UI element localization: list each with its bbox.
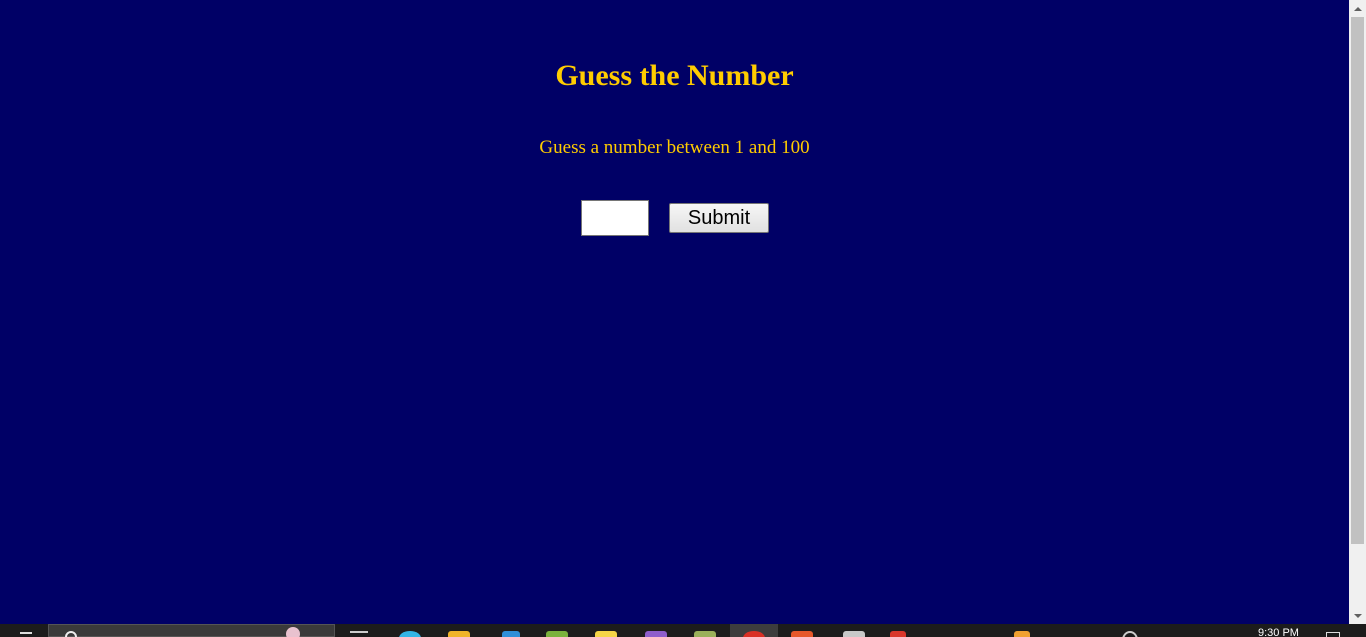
start-icon[interactable] [20,632,32,637]
guess-input[interactable] [581,200,649,236]
submit-button[interactable]: Submit [669,203,769,233]
vscode-icon[interactable] [502,631,520,637]
network-icon[interactable] [1122,631,1138,637]
scroll-up-icon[interactable] [1349,0,1366,17]
app-olive-icon[interactable] [694,631,716,637]
search-icon [65,631,77,637]
page-title: Guess the Number [555,59,794,92]
page-viewport: Guess the Number Guess a number between … [0,0,1349,624]
vertical-scrollbar[interactable] [1349,0,1366,624]
sticky-notes-icon[interactable] [595,631,617,637]
taskbar-clock[interactable]: 9:30 PM [1258,627,1299,637]
visual-studio-icon[interactable] [645,631,667,637]
scroll-thumb[interactable] [1351,17,1364,544]
office-icon[interactable] [791,631,813,637]
scroll-down-icon[interactable] [1349,607,1366,624]
task-view-icon[interactable] [350,631,368,637]
database-icon[interactable] [1014,631,1030,637]
file-explorer-icon[interactable] [448,631,470,637]
taskbar: 9:30 PM [0,624,1366,637]
acrobat-icon[interactable] [890,631,906,637]
instruction-text: Guess a number between 1 and 100 [539,137,810,158]
app-green-icon[interactable] [546,631,568,637]
flag-icon[interactable] [843,631,865,637]
edge-icon[interactable] [399,631,421,637]
notification-icon[interactable] [1326,632,1340,637]
search-highlight-icon [286,627,300,637]
